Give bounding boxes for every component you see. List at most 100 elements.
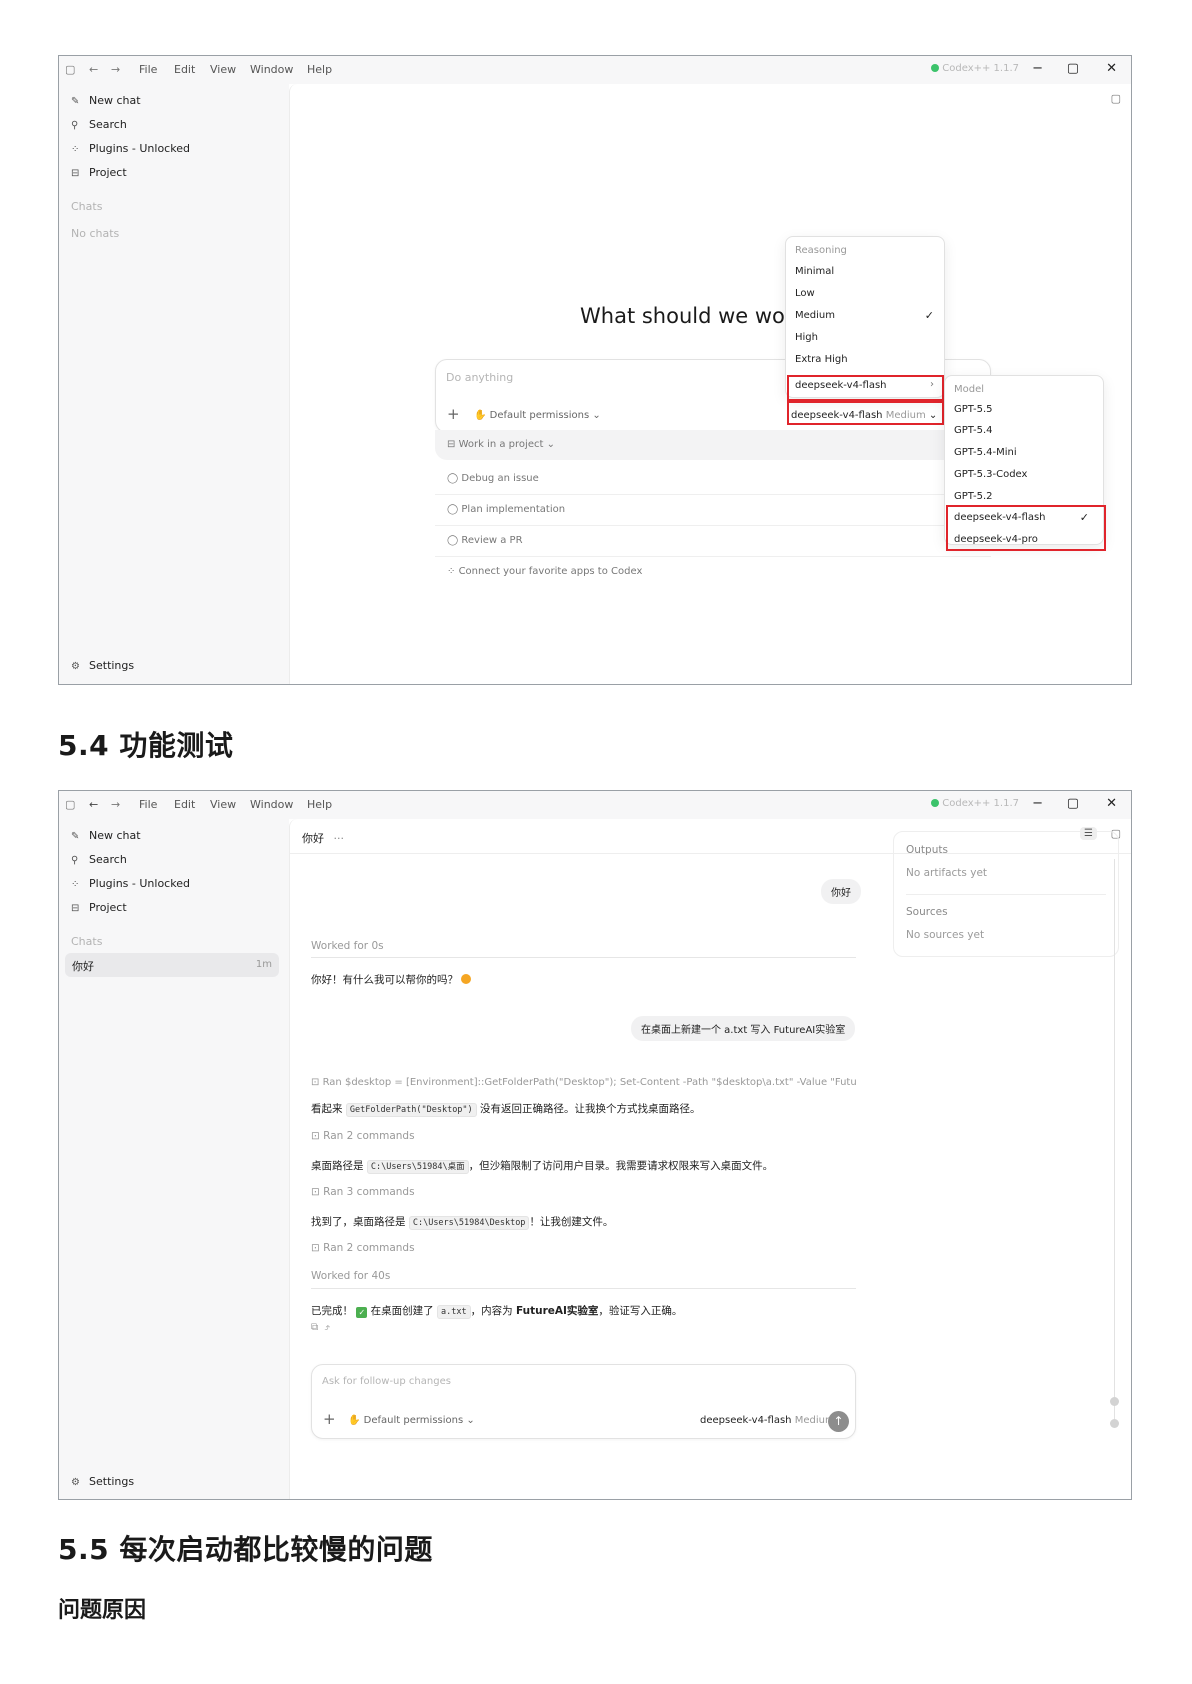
model-option-gpt-5-3-codex[interactable]: GPT-5.3-Codex xyxy=(954,469,1027,480)
menu-help[interactable]: Help xyxy=(307,798,332,811)
model-option-gpt-5-5[interactable]: GPT-5.5 xyxy=(954,404,992,415)
permissions-dropdown[interactable]: ✋ Default permissions ⌄ xyxy=(348,1415,475,1426)
reasoning-option-extra-high[interactable]: Extra High xyxy=(795,354,848,365)
model-header: Model xyxy=(954,384,985,395)
menu-window[interactable]: Window xyxy=(250,798,293,811)
edit-icon: ✎ xyxy=(71,831,80,842)
reasoning-header: Reasoning xyxy=(795,245,847,256)
folder-icon: ⊟ xyxy=(71,168,80,179)
github-icon: ◯ xyxy=(447,473,459,484)
outputs-value: No artifacts yet xyxy=(906,867,988,879)
command-log[interactable]: ⊡ Ran 3 commands xyxy=(311,1186,856,1198)
reasoning-option-high[interactable]: High xyxy=(795,332,818,343)
back-icon[interactable]: ← xyxy=(89,63,98,76)
close-button[interactable]: ✕ xyxy=(1106,61,1117,76)
model-selector[interactable]: deepseek-v4-flash Medium ⌄ xyxy=(700,1415,846,1426)
sidebar-item-new-chat[interactable]: ✎ New chat xyxy=(71,829,141,842)
sidebar-item-plugins[interactable]: ⁘ Plugins - Unlocked xyxy=(71,877,190,890)
reasoning-option-medium[interactable]: Medium xyxy=(795,310,835,321)
gear-icon: ⚙ xyxy=(71,661,80,672)
screenshot-model-picker: ▢ ← → File Edit View Window Help Codex++… xyxy=(58,55,1132,685)
sidebar-item-search[interactable]: ⚲ Search xyxy=(71,853,127,866)
add-icon[interactable]: + xyxy=(447,405,460,423)
menu-edit[interactable]: Edit xyxy=(174,798,195,811)
minimize-button[interactable]: − xyxy=(1032,796,1043,811)
folder-icon: ⊟ xyxy=(447,439,456,450)
add-icon[interactable]: + xyxy=(323,1410,336,1428)
chat-title: 你好 ··· xyxy=(302,832,345,845)
suggestion-debug[interactable]: ◯ Debug an issue xyxy=(435,464,991,495)
assistant-final: 已完成！ ✓ 在桌面创建了 a.txt ，内容为 FutureAI实验室，验证写入… xyxy=(311,1305,683,1319)
hand-icon: ✋ xyxy=(348,1415,361,1426)
model-option-gpt-5-4[interactable]: GPT-5.4 xyxy=(954,425,992,436)
command-log[interactable]: ⊡ Ran 2 commands xyxy=(311,1242,856,1254)
more-icon[interactable]: ··· xyxy=(334,832,345,845)
maximize-button[interactable]: ▢ xyxy=(1067,61,1079,76)
suggestion-connect-apps[interactable]: ⁘ Connect your favorite apps to Codex xyxy=(435,557,991,588)
panel-toggle-icon[interactable]: ▢ xyxy=(1111,92,1121,105)
model-option-gpt-5-2[interactable]: GPT-5.2 xyxy=(954,491,992,502)
sidebar-item-plugins[interactable]: ⁘ Plugins - Unlocked xyxy=(71,142,190,155)
sidebar-item-project[interactable]: ⊟ Project xyxy=(71,901,127,914)
reasoning-menu: Reasoning Minimal Low Medium ✓ High Extr… xyxy=(785,236,945,398)
minimize-button[interactable]: − xyxy=(1032,61,1043,76)
terminal-icon: ⊡ xyxy=(311,1242,320,1254)
forward-icon[interactable]: → xyxy=(111,798,120,811)
send-button[interactable]: ↑ xyxy=(828,1411,849,1432)
suggestion-review[interactable]: ◯ Review a PR xyxy=(435,526,991,557)
forward-icon[interactable]: → xyxy=(111,63,120,76)
copy-icon[interactable]: ⧉ xyxy=(311,1322,318,1333)
sidebar: ✎ New chat ⚲ Search ⁘ Plugins - Unlocked ⊟ P… xyxy=(59,84,289,684)
worked-label: Worked for 0s xyxy=(311,940,384,952)
chats-section-label: Chats xyxy=(71,935,103,948)
scroll-marker[interactable] xyxy=(1110,1397,1119,1406)
menu-file[interactable]: File xyxy=(139,63,157,76)
command-log[interactable]: ⊡ Ran $desktop = [Environment]::GetFolde… xyxy=(311,1077,856,1088)
check-icon: ✓ xyxy=(924,309,934,322)
app-badge: Codex++ 1.1.7 xyxy=(931,63,1019,74)
sidebar-toggle-icon[interactable]: ▢ xyxy=(65,798,75,811)
menu-help[interactable]: Help xyxy=(307,63,332,76)
assistant-line: 看起来 GetFolderPath("Desktop") 没有返回正确路径。让我… xyxy=(311,1103,701,1117)
sidebar-toggle-icon[interactable]: ▢ xyxy=(65,63,75,76)
menu-view[interactable]: View xyxy=(210,798,236,811)
check-mark-icon: ✓ xyxy=(356,1307,368,1318)
grid-icon: ⁘ xyxy=(71,144,80,155)
suggestion-plan[interactable]: ◯ Plan implementation xyxy=(435,495,991,526)
sources-label: Sources xyxy=(906,906,948,918)
scroll-marker[interactable] xyxy=(1110,1419,1119,1428)
work-in-project-button[interactable]: ⊟ Work in a project ⌄ xyxy=(435,430,991,460)
composer-input[interactable]: Do anything xyxy=(446,371,513,384)
sidebar-item-project[interactable]: ⊟ Project xyxy=(71,166,127,179)
menu-file[interactable]: File xyxy=(139,798,157,811)
scrollbar[interactable] xyxy=(1114,859,1115,1419)
permissions-dropdown[interactable]: ✋ Default permissions ⌄ xyxy=(474,410,601,421)
back-icon[interactable]: ← xyxy=(89,798,98,811)
share-icon[interactable]: ⤴ xyxy=(325,1322,331,1333)
search-icon: ⚲ xyxy=(71,855,79,866)
sidebar-item-new-chat[interactable]: ✎ New chat xyxy=(71,94,141,107)
inline-code: C:\Users\51984\Desktop xyxy=(408,1216,530,1230)
reasoning-option-minimal[interactable]: Minimal xyxy=(795,266,834,277)
maximize-button[interactable]: ▢ xyxy=(1067,796,1079,811)
settings-button[interactable]: ⚙ Settings xyxy=(71,1475,134,1488)
close-button[interactable]: ✕ xyxy=(1106,796,1117,811)
command-log[interactable]: ⊡ Ran 2 commands xyxy=(311,1130,856,1142)
sidebar-chat-item[interactable]: 你好 1m xyxy=(65,953,279,977)
screenshot-chat: ▢ ← → File Edit View Window Help Codex++… xyxy=(58,790,1132,1500)
terminal-icon: ⊡ xyxy=(311,1077,320,1088)
grid-icon: ⁘ xyxy=(71,879,80,890)
menu-view[interactable]: View xyxy=(210,63,236,76)
model-option-gpt-5-4-mini[interactable]: GPT-5.4-Mini xyxy=(954,447,1017,458)
divider xyxy=(311,957,856,958)
terminal-icon: ⊡ xyxy=(311,1186,320,1198)
reasoning-option-low[interactable]: Low xyxy=(795,288,815,299)
menu-window[interactable]: Window xyxy=(250,63,293,76)
settings-button[interactable]: ⚙ Settings xyxy=(71,659,134,672)
hero-heading: What should we wor xyxy=(580,304,794,328)
composer-input[interactable]: Ask for follow-up changes xyxy=(322,1376,451,1387)
sidebar: ✎ New chat ⚲ Search ⁘ Plugins - Unlocked ⊟ P… xyxy=(59,819,289,1499)
sidebar-item-search[interactable]: ⚲ Search xyxy=(71,118,127,131)
section-heading-5-5: 5.5 每次启动都比较慢的问题 xyxy=(58,1533,433,1566)
menu-edit[interactable]: Edit xyxy=(174,63,195,76)
